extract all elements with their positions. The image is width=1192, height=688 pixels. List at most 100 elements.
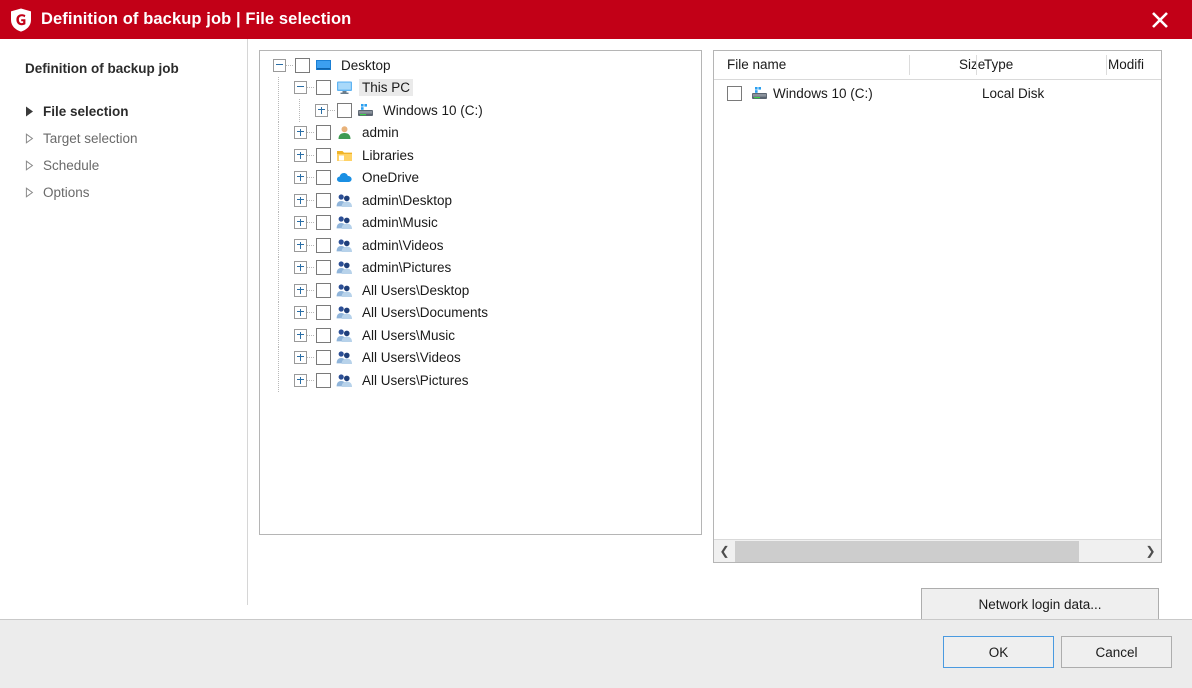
tree-node-label: admin\Pictures: [362, 260, 452, 276]
tree-node-checkbox[interactable]: [337, 102, 352, 118]
expand-plus-icon[interactable]: [315, 103, 328, 117]
tree-node-checkbox[interactable]: [316, 350, 331, 366]
column-header-file-name[interactable]: File name: [727, 57, 786, 72]
tree-indent: [260, 234, 294, 257]
tree-node[interactable]: All Users\Pictures: [260, 369, 701, 392]
users-icon: [335, 260, 354, 276]
tree-node-checkbox[interactable]: [316, 237, 331, 253]
tree-node-label: OneDrive: [362, 170, 420, 186]
tree-indent: [260, 369, 294, 392]
column-header-type[interactable]: Type: [984, 57, 1013, 72]
tree-node-label: This PC: [359, 79, 414, 97]
tree-node-checkbox[interactable]: [316, 170, 331, 186]
tree-node[interactable]: Libraries: [260, 144, 701, 167]
expand-plus-icon[interactable]: [294, 328, 307, 342]
sidebar-item-options[interactable]: Options: [25, 179, 225, 206]
tree-connector: [307, 379, 315, 381]
file-list-panel[interactable]: File name Size Type Modifi Windows 10 (C:) L…: [713, 50, 1162, 563]
expand-plus-icon[interactable]: [294, 216, 307, 230]
users-icon: [335, 282, 354, 298]
tree-node-label: All Users\Pictures: [362, 372, 469, 388]
column-header-modifi[interactable]: Modifi: [1108, 57, 1144, 72]
expand-plus-icon[interactable]: [294, 261, 307, 275]
expand-plus-icon[interactable]: [294, 148, 307, 162]
column-header-size[interactable]: Size: [959, 57, 985, 72]
triangle-outline-icon: [25, 187, 43, 198]
horizontal-scrollbar[interactable]: ❮ ❯: [714, 539, 1161, 562]
tree-node[interactable]: admin\Music: [260, 211, 701, 234]
expand-plus-icon[interactable]: [294, 193, 307, 207]
tree-indent: [260, 144, 294, 167]
tree-node-checkbox[interactable]: [316, 282, 331, 298]
scrollbar-track[interactable]: [735, 540, 1140, 562]
expand-plus-icon[interactable]: [294, 238, 307, 252]
tree-indent: [260, 76, 294, 99]
sidebar-item-label: Target selection: [43, 131, 138, 146]
file-list-header: File name Size Type Modifi: [714, 51, 1161, 80]
libraries-icon: [335, 147, 354, 163]
cancel-button[interactable]: Cancel: [1061, 636, 1172, 668]
expand-plus-icon[interactable]: [294, 126, 307, 140]
tree-node[interactable]: Desktop: [260, 54, 701, 77]
expand-plus-icon[interactable]: [294, 283, 307, 297]
tree-indent: [260, 166, 294, 189]
tree-connector: [307, 199, 315, 201]
tree-node-checkbox[interactable]: [316, 125, 331, 141]
column-separator[interactable]: [1106, 55, 1107, 75]
file-list-row[interactable]: Windows 10 (C:) Local Disk: [714, 80, 1161, 107]
tree-node[interactable]: All Users\Videos: [260, 346, 701, 369]
tree-node[interactable]: All Users\Music: [260, 324, 701, 347]
expand-plus-icon[interactable]: [294, 171, 307, 185]
tree-node-checkbox[interactable]: [316, 147, 331, 163]
sidebar-item-target-selection[interactable]: Target selection: [25, 125, 225, 152]
tree-node[interactable]: This PC: [260, 76, 701, 99]
tree-node[interactable]: All Users\Documents: [260, 301, 701, 324]
tree-node-label: admin\Videos: [362, 237, 444, 253]
tree-connector: [307, 132, 315, 134]
tree-node-checkbox[interactable]: [316, 327, 331, 343]
tree-connector: [328, 109, 336, 111]
sidebar-item-file-selection[interactable]: File selection: [25, 98, 225, 125]
tree-node-checkbox[interactable]: [316, 260, 331, 276]
harddisk-icon: [749, 86, 769, 102]
tree-node[interactable]: admin\Videos: [260, 234, 701, 257]
chevron-right-icon[interactable]: ❯: [1140, 540, 1161, 562]
tree-node[interactable]: admin\Pictures: [260, 256, 701, 279]
tree-node-checkbox[interactable]: [316, 80, 331, 96]
scrollbar-thumb[interactable]: [735, 540, 1080, 562]
triangle-outline-icon: [25, 160, 43, 171]
network-login-data-button[interactable]: Network login data...: [921, 588, 1159, 620]
column-separator[interactable]: [976, 55, 977, 75]
tree-node-checkbox[interactable]: [295, 57, 310, 73]
chevron-left-icon[interactable]: ❮: [714, 540, 735, 562]
file-row-checkbox[interactable]: [727, 86, 742, 101]
tree-node[interactable]: OneDrive: [260, 166, 701, 189]
triangle-outline-icon: [25, 133, 43, 144]
tree-node-checkbox[interactable]: [316, 192, 331, 208]
file-row-type: Local Disk: [982, 86, 1045, 101]
column-separator[interactable]: [909, 55, 910, 75]
tree-node-label: admin\Desktop: [362, 192, 453, 208]
tree-node-checkbox[interactable]: [316, 372, 331, 388]
tree-node-checkbox[interactable]: [316, 215, 331, 231]
folder-tree-panel[interactable]: Desktop This PC Windows 10 (C:) admin Librar…: [259, 50, 702, 535]
tree-node[interactable]: Windows 10 (C:): [260, 99, 701, 122]
sidebar-item-schedule[interactable]: Schedule: [25, 152, 225, 179]
ok-button[interactable]: OK: [943, 636, 1054, 668]
dialog-body: Definition of backup job File selection T…: [0, 39, 1192, 620]
collapse-minus-icon[interactable]: [273, 58, 286, 72]
tree-node[interactable]: All Users\Desktop: [260, 279, 701, 302]
expand-plus-icon[interactable]: [294, 351, 307, 365]
tree-node[interactable]: admin\Desktop: [260, 189, 701, 212]
tree-connector: [307, 289, 315, 291]
expand-plus-icon[interactable]: [294, 306, 307, 320]
user-icon: [335, 125, 354, 141]
tree-node-checkbox[interactable]: [316, 305, 331, 321]
users-icon: [335, 215, 354, 231]
collapse-minus-icon[interactable]: [294, 81, 307, 95]
expand-plus-icon[interactable]: [294, 373, 307, 387]
close-icon[interactable]: [1136, 0, 1184, 39]
sidebar-nav: File selection Target selection Schedule Op…: [25, 98, 225, 206]
tree-node[interactable]: admin: [260, 121, 701, 144]
